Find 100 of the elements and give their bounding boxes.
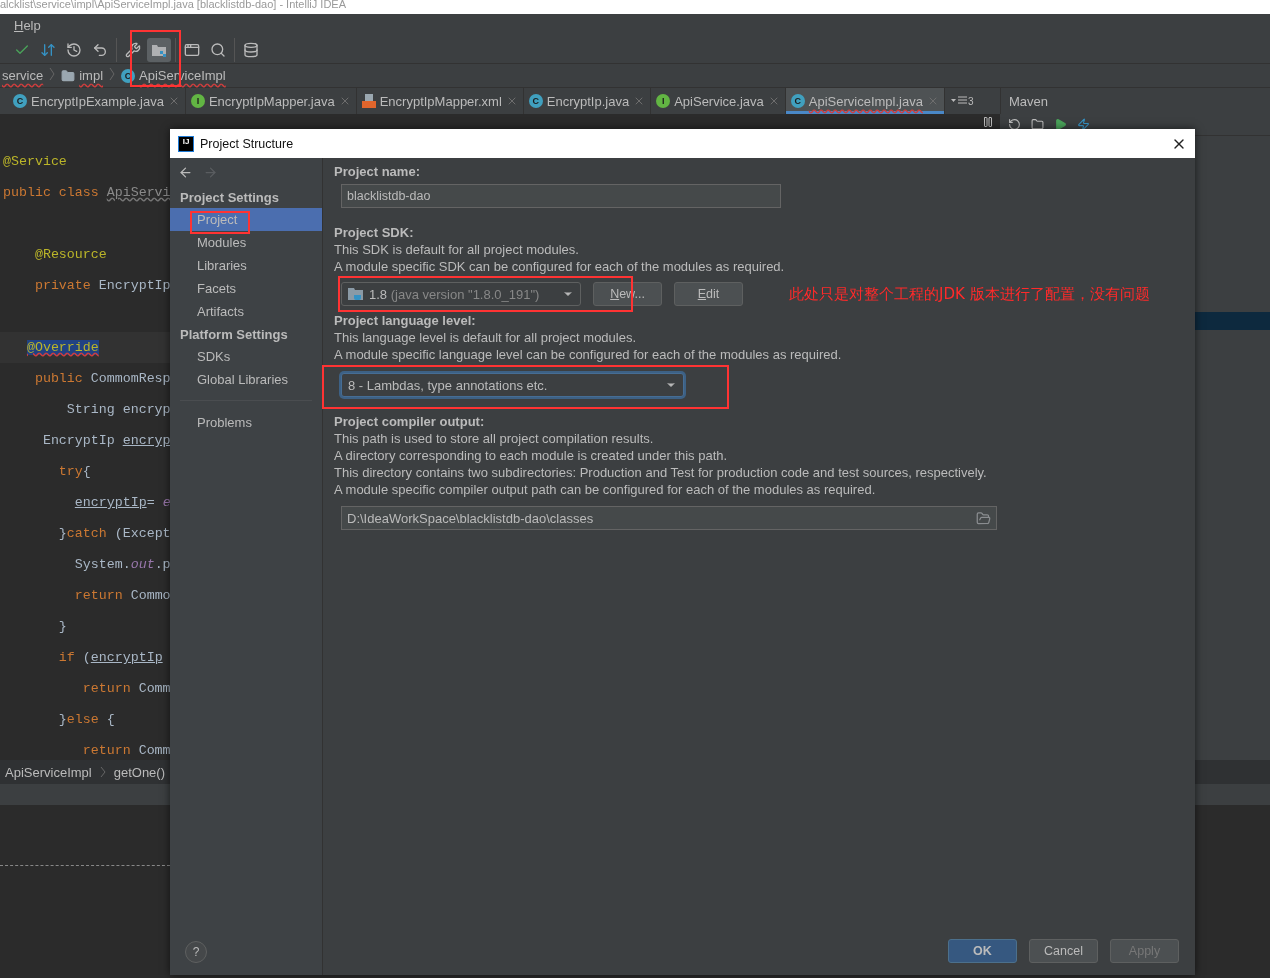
sidebar-item[interactable]: Global Libraries xyxy=(170,368,322,391)
project-name-field[interactable]: blacklistdb-dao xyxy=(341,184,781,208)
play-icon[interactable] xyxy=(1054,118,1067,131)
code-token: Comm xyxy=(138,681,171,696)
code-token: e xyxy=(162,495,171,510)
tab-label: EncryptIpExample.java xyxy=(31,93,164,109)
code-token: CommomResp xyxy=(90,371,171,386)
code-token: = xyxy=(146,495,156,510)
code-token: } xyxy=(58,619,67,634)
search-icon xyxy=(210,41,226,58)
sidebar-item[interactable]: SDKs xyxy=(170,345,322,368)
dialog-button[interactable]: Cancel xyxy=(1029,939,1098,963)
xml-file-icon xyxy=(361,94,376,108)
code-token: if xyxy=(58,650,76,665)
breadcrumb-link[interactable]: impl xyxy=(79,68,104,83)
code-token: Commo xyxy=(130,588,171,603)
toolbar-button[interactable] xyxy=(147,37,171,62)
tab-label: ApiService.java xyxy=(674,93,764,109)
code-token: EncryptIp xyxy=(42,433,116,448)
reload-icon[interactable] xyxy=(1008,118,1021,131)
sdk-folder-icon xyxy=(348,287,364,301)
arrows-icon xyxy=(40,41,56,58)
highlight-frame xyxy=(190,211,250,234)
sdk-button[interactable]: Edit xyxy=(674,282,743,306)
code-token: @Override xyxy=(26,340,99,355)
code-token: else xyxy=(66,712,100,727)
code-token: out xyxy=(130,557,155,572)
sidebar-item[interactable]: Libraries xyxy=(170,254,322,277)
code-token: EncryptIp xyxy=(98,278,171,293)
sidebar-item[interactable]: Modules xyxy=(170,231,322,254)
description-text: A directory corresponding to each module is created under this path. xyxy=(334,447,729,464)
class-badge: C xyxy=(528,94,543,108)
field-label: Project language level: xyxy=(334,312,477,329)
code-token: public xyxy=(34,371,84,386)
code-token: return xyxy=(74,588,124,603)
pause-icon[interactable] xyxy=(982,116,994,128)
sidebar-item[interactable]: Facets xyxy=(170,277,322,300)
code-token: .p xyxy=(154,557,171,572)
code-token: return xyxy=(82,743,132,758)
language-level-dropdown[interactable]: 8 - Lambdas, type annotations etc. xyxy=(341,373,684,397)
code-token: (Except xyxy=(114,526,171,541)
help-button[interactable]: ? xyxy=(185,941,207,963)
class-badge: C xyxy=(790,94,805,108)
sidebar-heading: Project Settings xyxy=(179,189,280,207)
code-token: System. xyxy=(74,557,131,572)
wrench-icon xyxy=(125,41,141,58)
interface-badge: I xyxy=(190,94,205,108)
editor-tab[interactable]: C ApiServiceImpl.java xyxy=(785,88,945,114)
field-label: Project name: xyxy=(334,163,421,180)
language-level-value: 8 - Lambdas, type annotations etc. xyxy=(348,377,549,393)
window-icon xyxy=(184,41,200,58)
interface-badge: I xyxy=(656,94,671,108)
sidebar-item[interactable]: Problems xyxy=(170,411,322,434)
code-token: try xyxy=(58,464,83,479)
undo-icon xyxy=(92,41,108,58)
tab-overflow-button[interactable]: 3 xyxy=(944,88,980,114)
tab-label: EncryptIp.java xyxy=(546,93,630,109)
description-text: A module specific language level can be configured for each of the modules as required. xyxy=(334,346,843,363)
code-token: { xyxy=(106,712,115,727)
output-path-field[interactable]: D:\IdeaWorkSpace\blacklistdb-dao\classes xyxy=(341,506,997,530)
code-token: } xyxy=(58,526,67,541)
description-text: This language level is default for all project modules. xyxy=(334,329,638,346)
window-title: alcklist\service\impl\ApiServiceImpl.java [blacklistdb-dao] - IntelliJ IDEA xyxy=(0,0,346,10)
tab-label: EncryptIpMapper.java xyxy=(208,93,335,109)
code-token: private xyxy=(34,278,92,293)
sdk-dropdown[interactable]: 1.8 (java version "1.8.0_191") xyxy=(341,282,581,306)
code-token: return xyxy=(82,681,132,696)
description-text: A module specific SDK can be configured for each of the modules as required. xyxy=(334,258,786,275)
code-token: encryptIp xyxy=(74,495,147,510)
breadcrumb-link[interactable]: getOne() xyxy=(113,764,165,780)
class-badge: C xyxy=(13,94,27,108)
dialog-button[interactable]: OK xyxy=(948,939,1017,963)
sdk-value: 1.8 (java version "1.8.0_191") xyxy=(369,286,541,302)
sidebar-item[interactable]: Artifacts xyxy=(170,300,322,323)
code-token: Comm xyxy=(138,743,171,758)
app-logo: IJ xyxy=(178,135,194,152)
field-label: Project compiler output: xyxy=(334,413,486,430)
description-text: A module specific compiler output path can be configured for each of the modules as required. xyxy=(334,481,877,498)
code-token: encryp xyxy=(122,433,171,448)
folder-icon[interactable] xyxy=(1031,118,1044,131)
lightning-icon[interactable] xyxy=(1077,118,1090,131)
menu-item[interactable]: Help xyxy=(14,17,41,33)
dialog-title: Project Structure xyxy=(200,136,295,151)
code-token: ( xyxy=(82,650,91,665)
folder-icon xyxy=(61,68,76,83)
tab-label: EncryptIpMapper.xml xyxy=(379,93,502,109)
code-token: @Service xyxy=(3,154,67,169)
field-label: Project SDK: xyxy=(334,224,415,241)
breadcrumb-link[interactable]: service xyxy=(2,68,44,83)
sidebar-heading: Platform Settings xyxy=(179,326,289,344)
tool-window-title: Maven xyxy=(1009,93,1049,109)
code-token: catch xyxy=(66,526,108,541)
code-token: public class xyxy=(3,185,100,200)
description-text: This directory contains two subdirectories: Production and Test for production code and test sources, respectively. xyxy=(334,464,988,481)
clock-icon xyxy=(66,41,82,58)
breadcrumb-link[interactable]: ApiServiceImpl xyxy=(5,764,92,780)
chevron-icon xyxy=(99,766,106,778)
annotation-note: 此处只是对整个工程的JDK 版本进行了配置，没有问题 xyxy=(789,284,1150,304)
code-token: String encryp xyxy=(66,402,171,417)
tab-label: ApiServiceImpl.java xyxy=(808,93,923,109)
